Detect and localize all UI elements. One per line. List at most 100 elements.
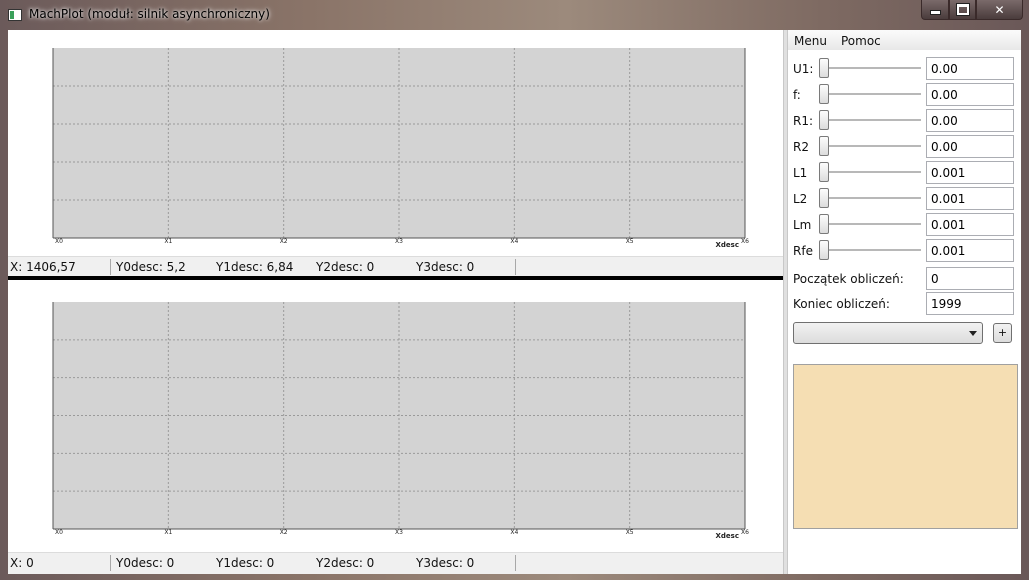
status-bar-bottom: X: 0 Y0desc: 0 Y1desc: 0 Y2desc: 0 Y3des… <box>8 552 783 574</box>
plot-bottom-canvas[interactable]: X0 X1 X2 X3 X4 X5 X6Xdesc <box>8 280 783 552</box>
param-slider-track[interactable] <box>822 145 921 148</box>
control-panel: Menu Pomoc U1: f: R1: R2 L1 L2 Lm Rfe Początek … <box>788 30 1021 574</box>
param-value-input[interactable] <box>926 57 1014 80</box>
param-row: Lm <box>788 212 1021 236</box>
param-row: R2 <box>788 134 1021 158</box>
close-icon: ✕ <box>994 2 1005 17</box>
param-value-input[interactable] <box>926 83 1014 106</box>
param-row: f: <box>788 82 1021 106</box>
window-controls: ✕ <box>921 0 1023 20</box>
x-tick-label: X1 <box>164 529 172 536</box>
param-label: Lm <box>793 218 812 232</box>
param-value-input[interactable] <box>926 213 1014 236</box>
x-tick-label: X2 <box>280 238 288 245</box>
status-y0: Y0desc: 0 <box>116 556 175 570</box>
status-y2: Y2desc: 0 <box>316 556 375 570</box>
x-tick-label: X5 <box>626 529 634 536</box>
status-bar-top: X: 1406,57 Y0desc: 5,2 Y1desc: 6,84 Y2de… <box>8 256 783 276</box>
param-slider-thumb[interactable] <box>819 84 829 104</box>
param-row: L2 <box>788 186 1021 210</box>
x-tick-label: X4 <box>510 529 518 536</box>
status-separator <box>515 555 516 571</box>
status-separator <box>110 555 111 571</box>
param-slider-track[interactable] <box>822 119 921 122</box>
x-tick-label: X4 <box>510 238 518 245</box>
param-slider-track[interactable] <box>822 249 921 252</box>
add-button[interactable]: + <box>993 323 1012 343</box>
param-slider-thumb[interactable] <box>819 188 829 208</box>
menu-item-help[interactable]: Pomoc <box>841 34 881 48</box>
plot-top[interactable]: X0 X1 X2 X3 X4 X5 X6 Xdesc <box>8 30 783 256</box>
client-area: X0 X1 X2 X3 X4 X5 X6 Xdesc X: 1406,57 Y0desc: 5… <box>8 30 1021 574</box>
calc-end-input[interactable] <box>926 292 1014 315</box>
calc-end-row: Koniec obliczeń: <box>788 291 1021 315</box>
param-row: U1: <box>788 56 1021 80</box>
status-y2: Y2desc: 0 <box>316 260 375 274</box>
status-separator <box>515 259 516 275</box>
param-slider-thumb[interactable] <box>819 240 829 260</box>
calc-end-label: Koniec obliczeń: <box>793 297 890 311</box>
param-label: U1: <box>793 62 814 76</box>
status-x: X: 1406,57 <box>10 260 76 274</box>
status-y3: Y3desc: 0 <box>416 260 475 274</box>
x-axis-label: Xdesc <box>716 241 739 249</box>
param-label: R1: <box>793 114 814 128</box>
x-tick-label: X6 <box>741 238 749 245</box>
x-tick-label: X5 <box>626 238 634 245</box>
x-tick-label: X0 <box>55 529 63 536</box>
chevron-down-icon <box>969 331 977 336</box>
calc-start-label: Początek obliczeń: <box>793 272 904 286</box>
param-value-input[interactable] <box>926 187 1014 210</box>
param-label: f: <box>793 88 801 102</box>
maximize-button[interactable] <box>949 0 976 20</box>
status-separator <box>110 259 111 275</box>
param-value-input[interactable] <box>926 135 1014 158</box>
param-row: L1 <box>788 160 1021 184</box>
calc-start-row: Początek obliczeń: <box>788 266 1021 290</box>
status-y3: Y3desc: 0 <box>416 556 475 570</box>
x-tick-label: X3 <box>395 238 403 245</box>
plot-bottom[interactable]: X0 X1 X2 X3 X4 X5 X6 Xdesc <box>8 280 783 552</box>
param-slider-track[interactable] <box>822 93 921 96</box>
param-slider-track[interactable] <box>822 197 921 200</box>
calc-start-input[interactable] <box>926 267 1014 290</box>
param-slider-thumb[interactable] <box>819 58 829 78</box>
param-label: L2 <box>793 192 808 206</box>
status-y1: Y1desc: 0 <box>216 556 275 570</box>
param-row: R1: <box>788 108 1021 132</box>
status-y0: Y0desc: 5,2 <box>116 260 186 274</box>
param-slider-thumb[interactable] <box>819 136 829 156</box>
param-slider-track[interactable] <box>822 223 921 226</box>
close-button[interactable]: ✕ <box>976 0 1023 20</box>
param-label: L1 <box>793 166 808 180</box>
param-label: Rfe <box>793 244 813 258</box>
x-axis-label: Xdesc <box>716 532 739 540</box>
minimize-button[interactable] <box>921 0 949 20</box>
param-slider-track[interactable] <box>822 67 921 70</box>
menu-item-menu[interactable]: Menu <box>794 34 827 48</box>
x-tick-label: X3 <box>395 529 403 536</box>
x-tick-label: X2 <box>280 529 288 536</box>
param-row: Rfe <box>788 238 1021 262</box>
param-label: R2 <box>793 140 809 154</box>
param-slider-thumb[interactable] <box>819 162 829 182</box>
param-slider-track[interactable] <box>822 171 921 174</box>
title-bar[interactable]: MachPlot (moduł: silnik asynchroniczny) … <box>0 0 1029 30</box>
app-icon <box>8 9 22 21</box>
param-value-input[interactable] <box>926 109 1014 132</box>
status-x: X: 0 <box>10 556 34 570</box>
param-value-input[interactable] <box>926 161 1014 184</box>
window-frame: MachPlot (moduł: silnik asynchroniczny) … <box>0 0 1029 580</box>
series-select[interactable] <box>793 322 983 344</box>
plot-top-canvas[interactable]: X0 X1 X2 X3 X4 X5 X6Xdesc <box>8 30 783 256</box>
window-title: MachPlot (moduł: silnik asynchroniczny) <box>29 7 270 21</box>
menu-bar: Menu Pomoc <box>788 30 1021 50</box>
x-tick-label: X1 <box>164 238 172 245</box>
x-tick-label: X0 <box>55 238 63 245</box>
param-slider-thumb[interactable] <box>819 110 829 130</box>
param-value-input[interactable] <box>926 239 1014 262</box>
maximize-icon <box>955 3 970 16</box>
status-y1: Y1desc: 6,84 <box>216 260 294 274</box>
param-slider-thumb[interactable] <box>819 214 829 234</box>
info-area <box>793 364 1018 529</box>
